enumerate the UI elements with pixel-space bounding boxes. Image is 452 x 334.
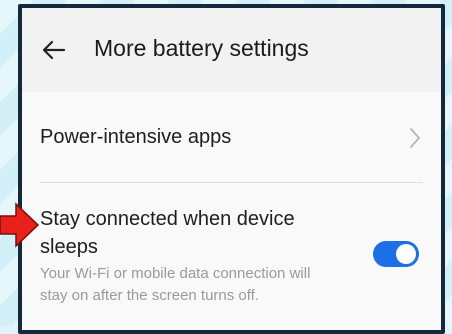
power-intensive-apps-label: Power-intensive apps [40,126,232,148]
app-header: More battery settings [22,8,441,93]
arrow-left-icon[interactable] [40,36,68,64]
stay-connected-item: Stay connected when device sleeps Your W… [22,183,441,330]
chevron-right-icon [410,128,420,148]
toggle-knob [396,244,416,264]
stay-connected-description: Your Wi-Fi or mobile data connection wil… [40,265,311,304]
phone-screen: More battery settings Power-intensive ap… [18,4,445,334]
red-arrow-icon [0,202,40,248]
stay-connected-label: Stay connected when device sleeps [40,208,295,258]
stay-connected-toggle[interactable] [373,241,419,267]
power-intensive-apps-item[interactable]: Power-intensive apps [22,92,441,184]
page-title: More battery settings [94,35,309,61]
